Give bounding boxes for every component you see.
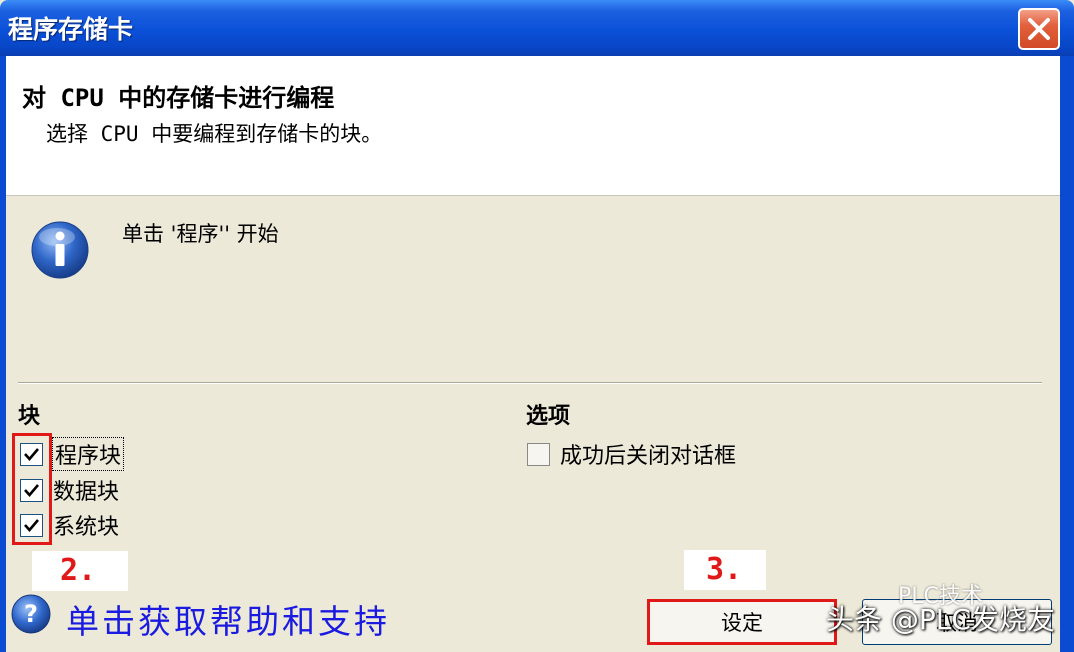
step-2-annotation: 2. (32, 551, 128, 591)
section-divider (18, 382, 1042, 384)
window-title: 程序存储卡 (8, 15, 134, 44)
checkbox-label: 数据块 (53, 480, 120, 505)
help-link[interactable]: 单击获取帮助和支持 (66, 595, 390, 643)
blocks-heading: 块 (18, 404, 41, 429)
window-frame-right (1060, 56, 1074, 652)
checkbox-label: 成功后关闭对话框 (560, 444, 737, 469)
svg-text:?: ? (24, 600, 38, 628)
watermark: 头条 @PLC发烧友 (826, 603, 1055, 636)
step-3-annotation: 3. (684, 550, 766, 590)
header-subtitle: 选择 CPU 中要编程到存储卡的块。 (46, 122, 383, 146)
info-message: 单击 '程序'' 开始 (122, 222, 279, 246)
checkbox-box[interactable] (527, 442, 550, 466)
checkbox-label: 程序块 (51, 437, 125, 471)
set-button[interactable]: 设定 (647, 599, 837, 645)
highlight-box-blocks (12, 433, 52, 545)
header-panel: 对 CPU 中的存储卡进行编程 选择 CPU 中要编程到存储卡的块。 (6, 56, 1060, 196)
title-bar: 程序存储卡 (0, 0, 1074, 56)
help-icon[interactable]: ? (10, 593, 52, 635)
header-title: 对 CPU 中的存储卡进行编程 (22, 84, 335, 112)
checkbox-label: 系统块 (53, 515, 120, 540)
close-icon (1028, 18, 1050, 40)
checkbox-close-on-success[interactable]: 成功后关闭对话框 (527, 439, 736, 469)
info-icon (30, 220, 90, 280)
close-button[interactable] (1018, 8, 1060, 50)
options-heading: 选项 (526, 404, 571, 429)
